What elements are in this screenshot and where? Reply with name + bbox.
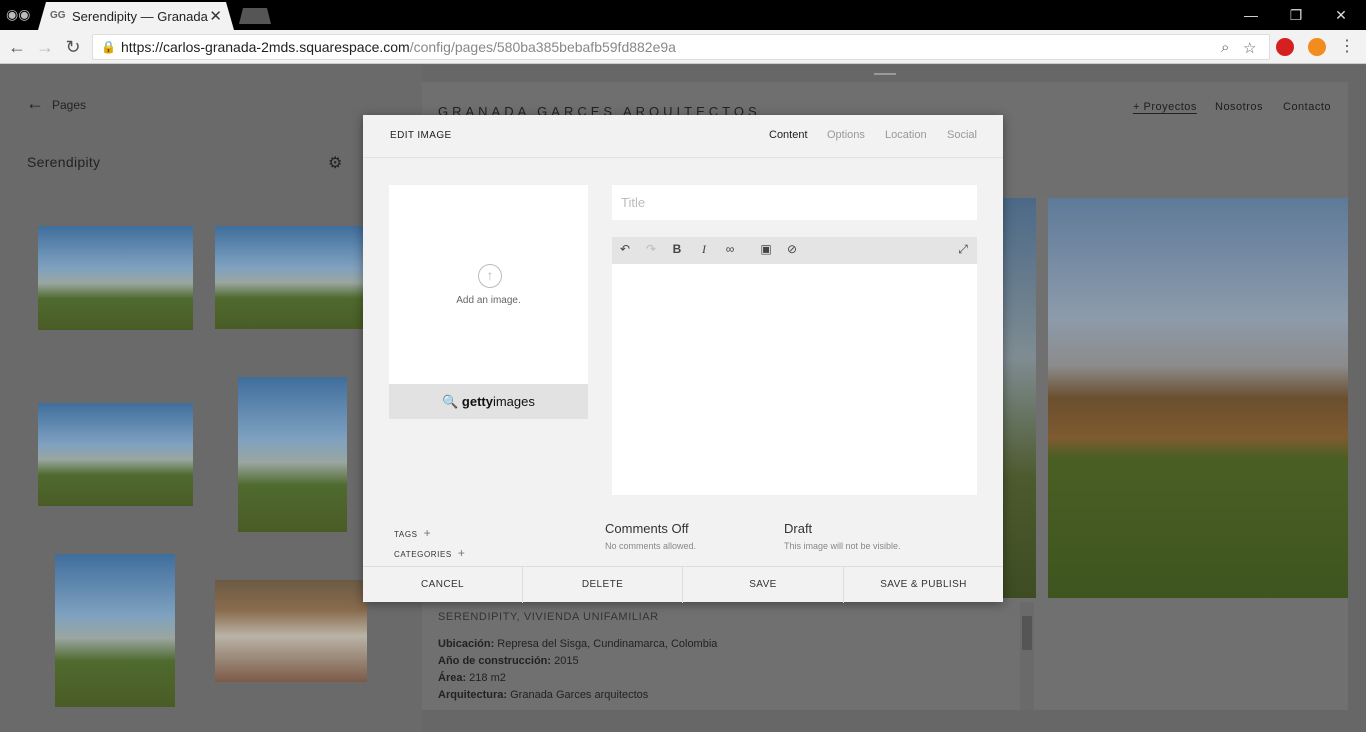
comments-status[interactable]: Comments Off (605, 521, 689, 536)
title-input[interactable] (612, 185, 977, 220)
detail-row: Arquitectura: Granada Garces arquitectos (438, 689, 649, 701)
description-editor[interactable]: ↶ ↷ B I ∞ ▣ ⊘ ⤢ (612, 237, 977, 495)
tab-favicon: GG (50, 10, 66, 21)
address-bar[interactable]: 🔒 https://carlos-granada-2mds.squarespac… (92, 34, 1270, 60)
add-image-label: Add an image. (456, 295, 521, 306)
getty-images-button[interactable]: 🔍 gettyimages (389, 384, 588, 419)
tab-social[interactable]: Social (947, 129, 977, 141)
new-tab-button[interactable] (239, 8, 271, 24)
browser-tab-bar: ◉◉ GG Serendipity — Granada G ✕ — ❐ ✕ (0, 0, 1366, 30)
bold-icon[interactable]: B (669, 242, 685, 256)
delete-button[interactable]: DELETE (523, 567, 683, 603)
tab-options[interactable]: Options (827, 129, 865, 141)
forward-arrow-icon[interactable]: → (34, 36, 56, 58)
dialog-title: EDIT IMAGE (390, 130, 452, 141)
zoom-icon[interactable]: ⌕ (1221, 39, 1229, 56)
image-upload-area[interactable]: ↑ Add an image. (389, 185, 588, 384)
save-publish-button[interactable]: SAVE & PUBLISH (844, 567, 1003, 603)
edit-image-dialog: EDIT IMAGE Content Options Location Soci… (363, 115, 1003, 603)
gallery-thumbnail[interactable] (55, 554, 175, 707)
gallery-thumbnail[interactable] (215, 580, 367, 682)
scrollbar-thumb[interactable] (1022, 616, 1032, 650)
expand-icon[interactable]: ⤢ (955, 242, 971, 257)
save-button[interactable]: SAVE (683, 567, 844, 603)
incognito-icon: ◉◉ (6, 6, 31, 22)
dialog-header: EDIT IMAGE Content Options Location Soci… (363, 115, 1003, 158)
drag-handle[interactable] (874, 73, 896, 75)
tab-location[interactable]: Location (885, 129, 927, 141)
categories-label: CATEGORIES (394, 550, 452, 559)
project-heading: SERENDIPITY, VIVIENDA UNIFAMILIAR (438, 611, 659, 623)
paste-icon[interactable]: ▣ (758, 242, 774, 256)
browser-tab[interactable]: GG Serendipity — Granada G ✕ (38, 2, 234, 30)
extension-ublock-icon[interactable] (1276, 38, 1294, 56)
window-close-icon[interactable]: ✕ (1321, 4, 1361, 26)
left-panel: ← Pages Serendipity ⚙ (0, 65, 422, 732)
detail-row: Ubicación: Represa del Sisga, Cundinamar… (438, 638, 718, 650)
project-details: SERENDIPITY, VIVIENDA UNIFAMILIAR Ubicac… (438, 609, 717, 704)
nav-nosotros[interactable]: Nosotros (1215, 101, 1263, 113)
redo-icon[interactable]: ↷ (643, 242, 659, 256)
tab-content[interactable]: Content (769, 129, 808, 141)
add-category-icon[interactable]: + (458, 546, 466, 560)
url-text: https://carlos-granada-2mds.squarespace.… (121, 39, 676, 55)
restore-icon[interactable]: ❐ (1276, 4, 1316, 26)
detail-row: Año de construcción: 2015 (438, 655, 579, 667)
comments-sub: No comments allowed. (605, 541, 697, 551)
draft-status[interactable]: Draft (784, 521, 812, 536)
tags-row[interactable]: TAGS + (394, 526, 431, 540)
search-icon: 🔍 (442, 394, 459, 409)
getty-label-light: images (492, 394, 535, 409)
project-image (1048, 198, 1348, 598)
gallery-thumbnail[interactable] (38, 403, 193, 506)
draft-sub: This image will not be visible. (784, 541, 901, 551)
scrollbar[interactable] (1020, 602, 1034, 710)
lock-icon: 🔒 (101, 40, 116, 54)
gallery-thumbnail[interactable] (215, 226, 365, 329)
link-icon[interactable]: ∞ (722, 242, 738, 256)
tags-label: TAGS (394, 530, 418, 539)
back-to-pages-link[interactable]: ← Pages (26, 93, 86, 114)
tab-close-icon[interactable]: ✕ (209, 7, 222, 25)
gear-icon[interactable]: ⚙ (328, 153, 342, 173)
gallery-thumbnail[interactable] (38, 226, 193, 330)
back-arrow-icon: ← (26, 93, 44, 113)
gallery-thumbnail[interactable] (238, 377, 347, 532)
reload-icon[interactable]: ↻ (62, 36, 84, 58)
back-label: Pages (52, 98, 87, 112)
undo-icon[interactable]: ↶ (617, 242, 633, 256)
clear-format-icon[interactable]: ⊘ (784, 242, 800, 256)
minimize-icon[interactable]: — (1231, 4, 1271, 26)
page-name: Serendipity (27, 154, 101, 170)
dialog-footer: CANCEL DELETE SAVE SAVE & PUBLISH (363, 566, 1003, 603)
nav-contacto[interactable]: Contacto (1283, 101, 1331, 113)
extension-fire-icon[interactable] (1308, 38, 1326, 56)
browser-toolbar: ← → ↻ 🔒 https://carlos-granada-2mds.squa… (0, 30, 1366, 64)
add-tag-icon[interactable]: + (424, 526, 432, 540)
categories-row[interactable]: CATEGORIES + (394, 546, 465, 560)
menu-icon[interactable]: ⋮ (1336, 36, 1358, 58)
upload-arrow-icon: ↑ (478, 264, 502, 288)
back-arrow-icon[interactable]: ← (6, 36, 28, 58)
getty-label-bold: getty (461, 394, 493, 409)
detail-row: Área: 218 m2 (438, 672, 506, 684)
cancel-button[interactable]: CANCEL (363, 567, 523, 603)
editor-toolbar: ↶ ↷ B I ∞ ▣ ⊘ ⤢ (612, 237, 977, 264)
bookmark-star-icon[interactable]: ☆ (1243, 39, 1256, 57)
nav-proyectos[interactable]: + Proyectos (1133, 101, 1197, 114)
tab-title: Serendipity — Granada G (72, 9, 212, 24)
project-image (1002, 198, 1036, 598)
italic-icon[interactable]: I (696, 242, 712, 257)
